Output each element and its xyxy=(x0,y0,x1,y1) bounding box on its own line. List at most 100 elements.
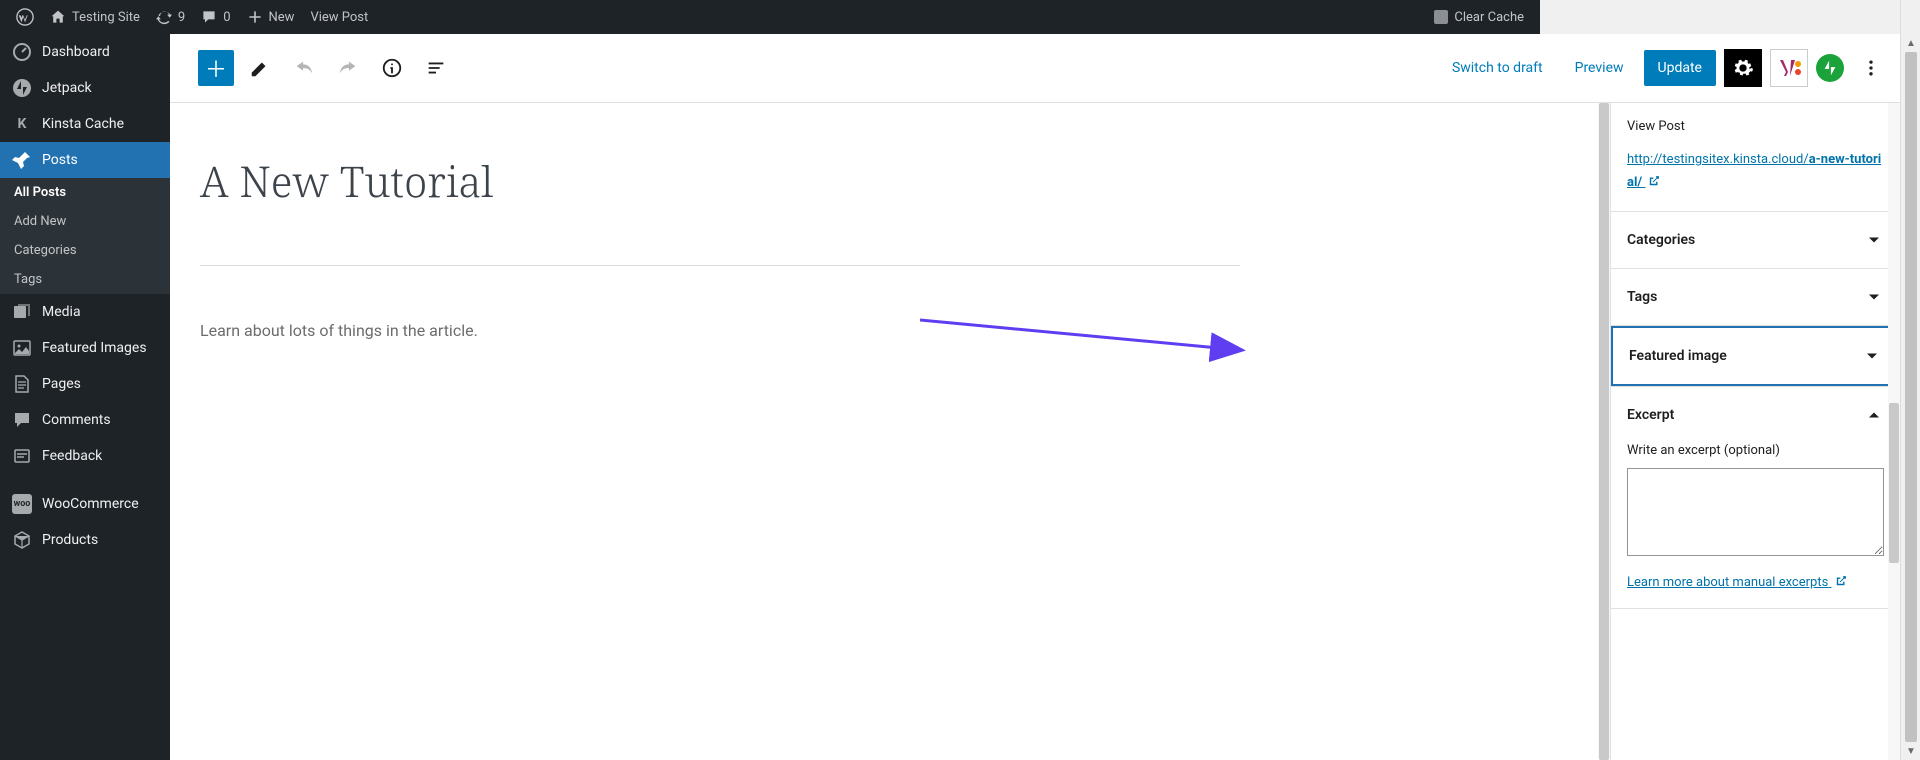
new-label: New xyxy=(269,10,295,25)
sidebar-label: Dashboard xyxy=(42,44,110,60)
panel-categories[interactable]: Categories xyxy=(1611,212,1900,268)
scroll-up-arrow[interactable]: ▲ xyxy=(1905,36,1917,50)
admin-sidebar: Dashboard Jetpack K Kinsta Cache Posts A… xyxy=(0,34,170,760)
settings-scrollbar[interactable] xyxy=(1888,103,1900,760)
permalink-link[interactable]: http://testingsitex.kinsta.cloud/a-new-t… xyxy=(1627,152,1881,190)
sidebar-subitem-categories[interactable]: Categories xyxy=(0,236,170,265)
chevron-up-icon xyxy=(1864,405,1884,425)
woo-icon: woo xyxy=(12,494,32,514)
add-block-button[interactable]: ＋ xyxy=(198,50,234,86)
details-button[interactable] xyxy=(374,50,410,86)
preview-button[interactable]: Preview xyxy=(1563,52,1636,84)
learn-more-text: Learn more about manual excerpts xyxy=(1627,575,1828,590)
page-scrollbar[interactable]: ▲ ▼ xyxy=(1900,0,1920,760)
post-body-block[interactable]: Learn about lots of things in the articl… xyxy=(200,321,1240,340)
editor-canvas[interactable]: A New Tutorial Learn about lots of thing… xyxy=(170,103,1610,760)
redo-button[interactable] xyxy=(330,50,366,86)
panel-featured-image[interactable]: Featured image xyxy=(1611,326,1900,386)
sidebar-label: Pages xyxy=(42,376,81,392)
panel-label: Categories xyxy=(1627,232,1695,248)
yoast-button[interactable] xyxy=(1770,49,1808,87)
external-link-icon xyxy=(1834,574,1848,588)
block-editor: ＋ Switch to draft Preview Update xyxy=(170,34,1900,760)
sidebar-item-jetpack[interactable]: Jetpack xyxy=(0,70,170,106)
panel-excerpt[interactable]: Excerpt xyxy=(1611,387,1900,443)
post-title-field[interactable]: A New Tutorial xyxy=(200,153,1240,230)
sidebar-label: Products xyxy=(42,532,98,548)
settings-toggle-button[interactable] xyxy=(1724,49,1762,87)
sidebar-item-products[interactable]: Products xyxy=(0,522,170,558)
undo-button[interactable] xyxy=(286,50,322,86)
updates-link[interactable]: 9 xyxy=(148,0,193,34)
sidebar-label: Feedback xyxy=(42,448,102,464)
sidebar-label: Featured Images xyxy=(42,340,147,356)
view-post-heading: View Post xyxy=(1627,119,1884,134)
clear-cache-label: Clear Cache xyxy=(1454,10,1524,25)
sidebar-item-feedback[interactable]: Feedback xyxy=(0,438,170,474)
panel-label: Excerpt xyxy=(1627,407,1674,423)
products-icon xyxy=(12,530,32,550)
update-button[interactable]: Update xyxy=(1644,50,1716,86)
redo-icon xyxy=(337,57,359,79)
home-icon xyxy=(50,9,66,25)
sidebar-submenu-posts: All Posts Add New Categories Tags xyxy=(0,178,170,294)
wp-logo[interactable] xyxy=(8,0,42,34)
sidebar-item-kinsta[interactable]: K Kinsta Cache xyxy=(0,106,170,142)
excerpt-textarea[interactable] xyxy=(1627,468,1884,556)
jetpack-button[interactable] xyxy=(1816,54,1844,82)
sidebar-item-woocommerce[interactable]: woo WooCommerce xyxy=(0,486,170,522)
sidebar-subitem-addnew[interactable]: Add New xyxy=(0,207,170,236)
title-divider xyxy=(200,265,1240,266)
sidebar-label: Media xyxy=(42,304,81,320)
site-name-link[interactable]: Testing Site xyxy=(42,0,148,34)
pin-icon xyxy=(12,150,32,170)
sidebar-subitem-tags[interactable]: Tags xyxy=(0,265,170,294)
chevron-down-icon xyxy=(1864,230,1884,250)
media-icon xyxy=(12,302,32,322)
sidebar-item-comments[interactable]: Comments xyxy=(0,402,170,438)
sidebar-item-pages[interactable]: Pages xyxy=(0,366,170,402)
excerpt-learn-more-link[interactable]: Learn more about manual excerpts xyxy=(1627,574,1848,590)
scroll-down-arrow[interactable]: ▼ xyxy=(1905,744,1917,758)
comment-icon xyxy=(201,9,217,25)
sidebar-subitem-allposts[interactable]: All Posts xyxy=(0,178,170,207)
panel-label: Featured image xyxy=(1629,348,1727,364)
settings-sidebar: View Post http://testingsitex.kinsta.clo… xyxy=(1610,103,1900,760)
page-icon xyxy=(12,374,32,394)
plus-icon xyxy=(247,9,263,25)
new-content-link[interactable]: New xyxy=(239,0,303,34)
chevron-down-icon xyxy=(1864,287,1884,307)
canvas-scrollbar[interactable] xyxy=(1598,103,1610,760)
refresh-icon xyxy=(156,9,172,25)
jetpack-icon xyxy=(12,78,32,98)
view-post-link[interactable]: View Post xyxy=(302,0,376,34)
feedback-icon xyxy=(12,446,32,466)
gear-icon xyxy=(1732,57,1754,79)
sidebar-item-media[interactable]: Media xyxy=(0,294,170,330)
comments-icon xyxy=(12,410,32,430)
sidebar-item-dashboard[interactable]: Dashboard xyxy=(0,34,170,70)
sidebar-label: Jetpack xyxy=(42,80,92,96)
panel-label: Tags xyxy=(1627,289,1657,305)
admin-bar: Testing Site 9 0 New View Post Clear Cac… xyxy=(0,0,1540,34)
yoast-icon xyxy=(1777,56,1801,80)
sidebar-item-posts[interactable]: Posts xyxy=(0,142,170,178)
panel-tags[interactable]: Tags xyxy=(1611,269,1900,325)
updates-count: 9 xyxy=(178,10,185,25)
external-link-icon xyxy=(1647,174,1661,188)
switch-to-draft-button[interactable]: Switch to draft xyxy=(1440,52,1555,84)
outline-button[interactable] xyxy=(418,50,454,86)
image-icon xyxy=(12,338,32,358)
clear-cache-link[interactable]: Clear Cache xyxy=(1426,0,1532,34)
undo-icon xyxy=(293,57,315,79)
sidebar-item-featured-images[interactable]: Featured Images xyxy=(0,330,170,366)
sidebar-label: Posts xyxy=(42,152,78,168)
kebab-icon xyxy=(1861,58,1881,78)
tools-toggle-button[interactable] xyxy=(242,50,278,86)
kinsta-icon: K xyxy=(12,114,32,134)
chevron-down-icon xyxy=(1862,346,1882,366)
view-post-label: View Post xyxy=(310,10,368,25)
more-options-button[interactable] xyxy=(1852,49,1890,87)
comments-link[interactable]: 0 xyxy=(193,0,238,34)
excerpt-field-label: Write an excerpt (optional) xyxy=(1627,443,1884,458)
